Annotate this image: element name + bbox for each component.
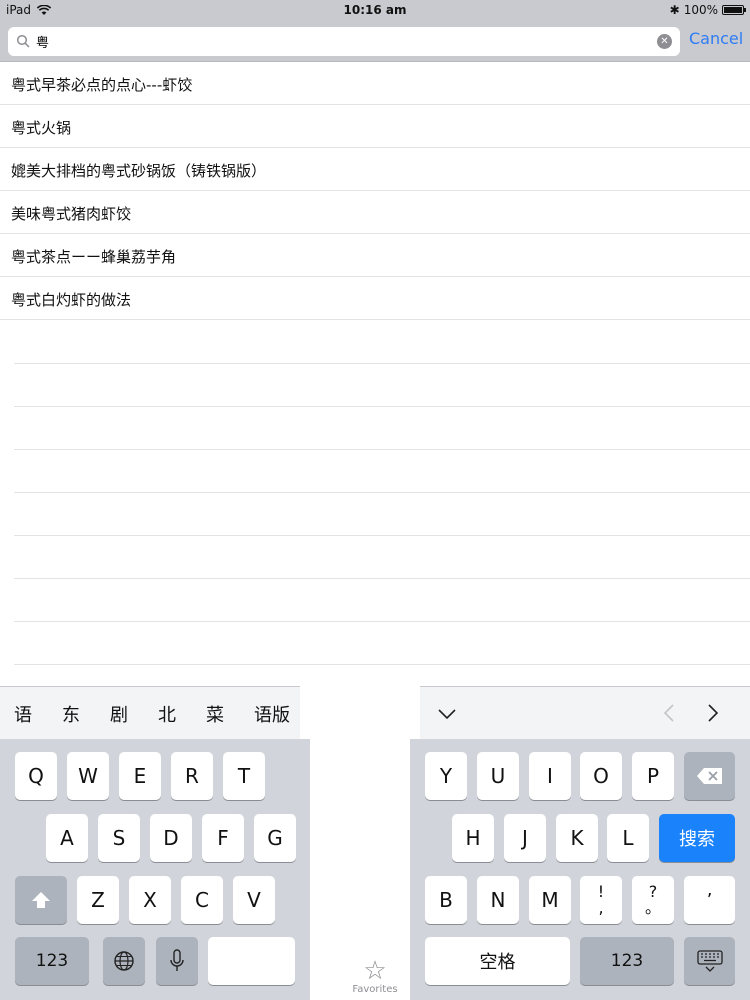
- key-v[interactable]: V: [233, 876, 275, 924]
- clear-icon[interactable]: ✕: [657, 34, 672, 49]
- shift-key[interactable]: [15, 876, 67, 924]
- key-h[interactable]: H: [452, 814, 494, 862]
- key-l[interactable]: L: [607, 814, 649, 862]
- list-item[interactable]: 粤式早茶必点的点心---虾饺: [0, 62, 750, 105]
- candidate-word[interactable]: 东: [62, 701, 80, 727]
- list-item-label: 粤式白灼虾的做法: [11, 291, 132, 309]
- key-e[interactable]: E: [119, 752, 161, 800]
- empty-row-divider: [14, 449, 750, 450]
- key-p[interactable]: P: [632, 752, 674, 800]
- delete-key[interactable]: [684, 752, 735, 800]
- dictation-key[interactable]: [156, 937, 198, 985]
- search-key[interactable]: 搜索: [659, 814, 735, 862]
- key-z[interactable]: Z: [77, 876, 119, 924]
- candidate-word[interactable]: 语版: [254, 701, 290, 727]
- chevron-left-icon[interactable]: [664, 704, 674, 722]
- candidate-word[interactable]: 剧: [110, 701, 128, 727]
- space-key-left[interactable]: [208, 937, 295, 985]
- key-exclamation-comma[interactable]: ! ,: [580, 876, 622, 924]
- key-j[interactable]: J: [504, 814, 546, 862]
- search-bar: ✕ Cancel: [0, 22, 750, 62]
- candidate-word[interactable]: 北: [158, 701, 176, 727]
- chevron-right-icon[interactable]: [708, 704, 718, 722]
- empty-row-divider: [14, 578, 750, 579]
- status-bar: iPad 10:16 am ✱ 100%: [0, 0, 750, 22]
- key-m[interactable]: M: [529, 876, 571, 924]
- empty-row-divider: [14, 406, 750, 407]
- empty-row-divider: [14, 492, 750, 493]
- bluetooth-icon: ✱: [669, 3, 680, 17]
- chevron-down-icon[interactable]: [438, 709, 456, 719]
- shift-icon: [32, 892, 50, 908]
- list-item[interactable]: 粤式白灼虾的做法: [0, 277, 750, 320]
- battery-icon: [722, 5, 746, 15]
- search-field[interactable]: ✕: [8, 27, 680, 56]
- battery-percent: 100%: [683, 3, 718, 17]
- search-icon: [16, 34, 30, 48]
- star-icon: ☆: [363, 956, 387, 986]
- search-input[interactable]: [36, 31, 656, 52]
- key-k[interactable]: K: [556, 814, 598, 862]
- list-item-label: 粤式火锅: [11, 119, 72, 137]
- list-item-label: 粤式早茶必点的点心---虾饺: [11, 76, 193, 94]
- candidate-word[interactable]: 语: [14, 701, 32, 727]
- battery-level: [724, 7, 742, 13]
- candidate-nav-bar: [420, 686, 750, 739]
- numbers-key-right[interactable]: 123: [580, 937, 674, 985]
- key-s[interactable]: S: [98, 814, 140, 862]
- empty-row-divider: [14, 664, 750, 665]
- list-item[interactable]: 媲美大排档的粤式砂锅饭（铸铁锅版）: [0, 148, 750, 191]
- hide-keyboard-key[interactable]: [684, 937, 735, 985]
- list-item[interactable]: 美味粤式猪肉虾饺: [0, 191, 750, 234]
- key-o[interactable]: O: [580, 752, 622, 800]
- space-key[interactable]: 空格: [425, 937, 570, 985]
- key-y[interactable]: Y: [425, 752, 467, 800]
- globe-key[interactable]: [103, 937, 145, 985]
- key-f[interactable]: F: [202, 814, 244, 862]
- list-item-label: 美味粤式猪肉虾饺: [11, 205, 132, 223]
- list-item[interactable]: 粤式茶点ーー蜂巢荔芋角: [0, 234, 750, 277]
- microphone-icon: [170, 949, 184, 971]
- keyboard-hide-icon: [696, 950, 723, 972]
- key-apostrophe[interactable]: ’: [684, 876, 735, 924]
- key-question-period[interactable]: ? 。: [632, 876, 674, 924]
- key-n[interactable]: N: [477, 876, 519, 924]
- empty-row-divider: [14, 535, 750, 536]
- key-x[interactable]: X: [129, 876, 171, 924]
- key-t[interactable]: T: [223, 752, 265, 800]
- backspace-icon: [696, 768, 722, 784]
- key-i[interactable]: I: [529, 752, 571, 800]
- list-item[interactable]: 粤式火锅: [0, 105, 750, 148]
- globe-icon: [114, 951, 134, 971]
- candidate-bar: 语 东 剧 北 菜 语版: [0, 686, 300, 739]
- key-u[interactable]: U: [477, 752, 519, 800]
- status-time: 10:16 am: [343, 3, 407, 17]
- key-q[interactable]: Q: [15, 752, 57, 800]
- tab-favorites[interactable]: ☆ Favorites: [335, 958, 415, 1000]
- list-item-label: 粤式茶点ーー蜂巢荔芋角: [11, 248, 177, 266]
- key-a[interactable]: A: [46, 814, 88, 862]
- tab-favorites-label: Favorites: [352, 984, 398, 995]
- key-w[interactable]: W: [67, 752, 109, 800]
- key-r[interactable]: R: [171, 752, 213, 800]
- key-b[interactable]: B: [425, 876, 467, 924]
- empty-row-divider: [14, 363, 750, 364]
- list-item-label: 媲美大排档的粤式砂锅饭（铸铁锅版）: [11, 162, 267, 180]
- candidate-word[interactable]: 菜: [206, 701, 224, 727]
- numbers-key[interactable]: 123: [15, 937, 89, 985]
- empty-row-divider: [14, 621, 750, 622]
- key-d[interactable]: D: [150, 814, 192, 862]
- key-g[interactable]: G: [254, 814, 296, 862]
- cancel-button[interactable]: Cancel: [689, 29, 743, 48]
- key-c[interactable]: C: [181, 876, 223, 924]
